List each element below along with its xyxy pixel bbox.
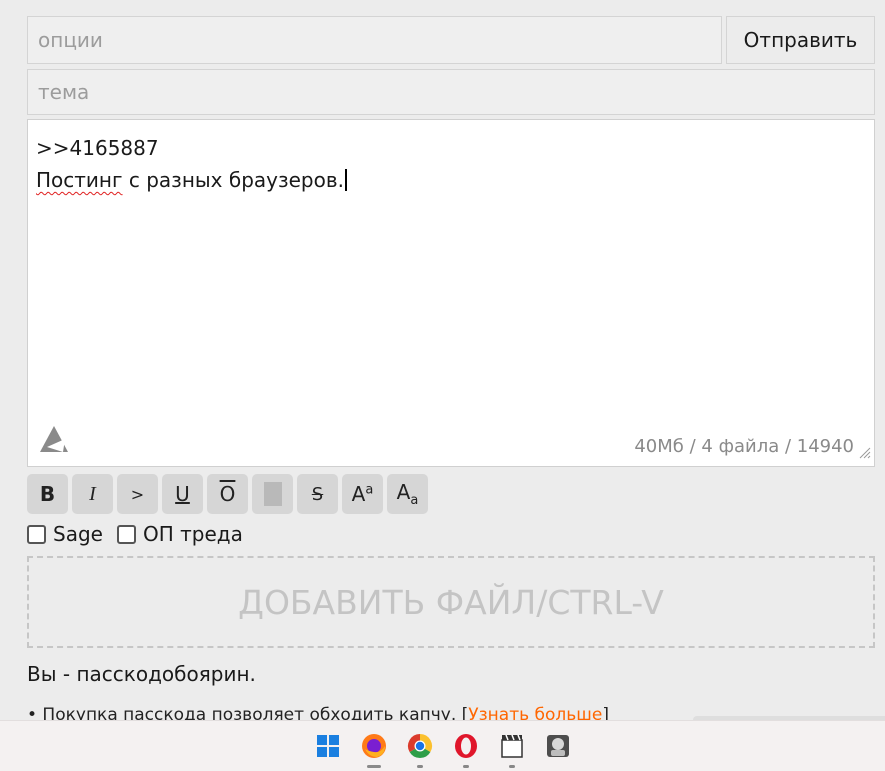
resize-grip-icon[interactable] [859, 444, 871, 463]
sage-checkbox[interactable]: Sage [27, 522, 103, 546]
running-indicator [416, 765, 423, 768]
options-input[interactable] [38, 28, 721, 52]
running-indicator [508, 765, 515, 768]
chrome-icon[interactable] [397, 723, 443, 769]
running-indicator [462, 765, 469, 768]
underline-button[interactable]: U [162, 474, 203, 514]
opera-icon[interactable] [443, 723, 489, 769]
op-checkbox[interactable]: ОП треда [116, 522, 243, 546]
overline-button[interactable]: O [207, 474, 248, 514]
options-field[interactable] [27, 16, 722, 64]
avatar-app-icon[interactable] [535, 723, 581, 769]
taskbar [0, 720, 885, 771]
markup-toolbar: B I > U O S Aa Aa [27, 474, 428, 514]
superscript-button[interactable]: Aa [342, 474, 383, 514]
message-line-rest: с разных браузеров. [122, 168, 345, 192]
bold-button[interactable]: B [27, 474, 68, 514]
upload-limits: 40Мб / 4 файла / 14940 [634, 436, 854, 457]
message-textarea[interactable]: >>4165887 Постинг с разных браузеров. 40… [27, 119, 875, 467]
file-dropzone[interactable]: ДОБАВИТЬ ФАЙЛ/CTRL-V [27, 556, 875, 648]
windows-start-icon[interactable] [305, 723, 351, 769]
quote-button[interactable]: > [117, 474, 158, 514]
strike-button[interactable]: S [297, 474, 338, 514]
message-line: Постинг с разных браузеров. [36, 164, 347, 196]
op-checkbox-box[interactable] [116, 524, 136, 544]
send-button[interactable]: Отправить [726, 16, 875, 64]
italic-button[interactable]: I [72, 474, 113, 514]
subject-field[interactable] [27, 69, 875, 115]
spoiler-button[interactable] [252, 474, 293, 514]
message-text[interactable]: >>4165887 Постинг с разных браузеров. [36, 132, 347, 196]
post-options: Sage ОП треда [27, 522, 257, 546]
firefox-icon[interactable] [351, 723, 397, 769]
active-indicator [366, 765, 381, 768]
misspelled-word: Постинг [36, 168, 123, 192]
media-player-classic-icon[interactable] [489, 723, 535, 769]
passcode-status: Вы - пасскодобоярин. [27, 662, 256, 686]
reply-reference: >>4165887 [36, 136, 159, 160]
sage-checkbox-box[interactable] [27, 524, 46, 544]
board-logo-icon [38, 424, 70, 458]
sage-label: Sage [53, 522, 103, 546]
text-caret [345, 169, 347, 191]
dropzone-label: ДОБАВИТЬ ФАЙЛ/CTRL-V [238, 582, 664, 622]
subject-input[interactable] [38, 80, 874, 104]
op-label: ОП треда [142, 522, 243, 546]
subscript-button[interactable]: Aa [387, 474, 428, 514]
